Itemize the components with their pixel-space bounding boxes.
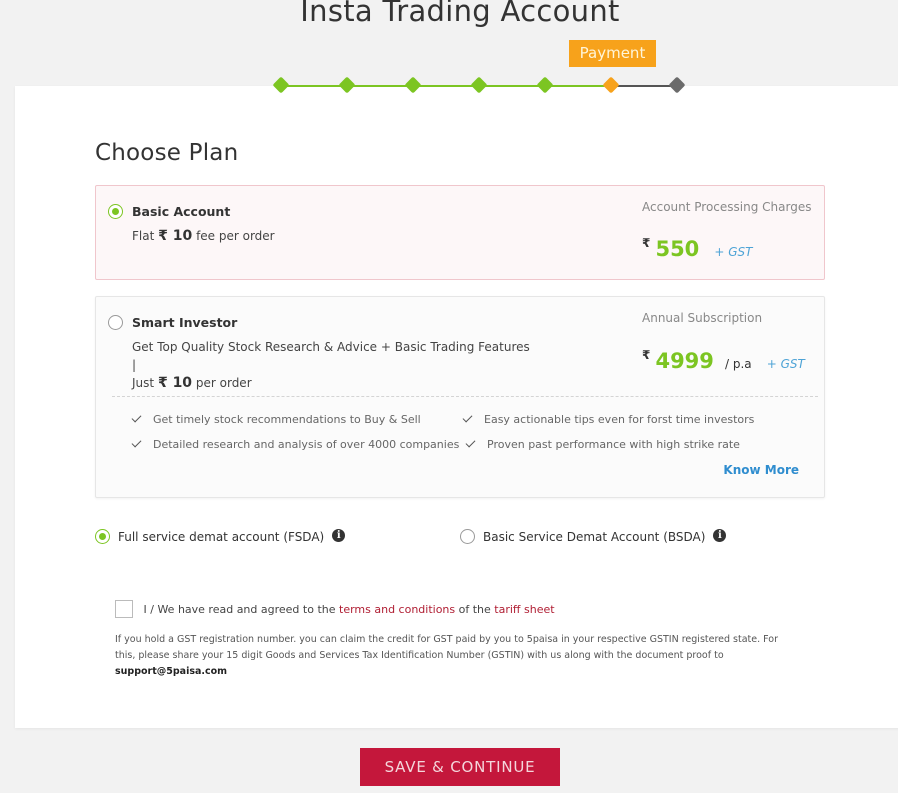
feature-text: Detailed research and analysis of over 4… — [153, 438, 460, 451]
plan-basic-description: Flat ₹ 10 fee per order — [132, 227, 275, 245]
plan-smart-radio[interactable] — [108, 315, 123, 330]
plan-basic-desc-prefix: Flat — [132, 229, 155, 243]
demat-option-bsda[interactable]: Basic Service Demat Account (BSDA) i — [460, 529, 727, 545]
plan-basic-name: Basic Account — [132, 204, 231, 219]
rupee-icon: ₹ — [158, 228, 168, 244]
step-6-marker-current — [602, 76, 620, 94]
plan-smart-desc-suffix: per order — [195, 376, 252, 390]
feature-item: Easy actionable tips even for forst time… — [462, 412, 755, 426]
info-icon[interactable]: i — [713, 529, 727, 542]
terms-and-conditions-link[interactable]: terms and conditions — [339, 603, 455, 616]
know-more-link[interactable]: Know More — [723, 463, 799, 477]
rupee-icon: ₹ — [642, 236, 651, 250]
plan-smart-fee-value: 10 — [172, 375, 193, 391]
feature-text: Easy actionable tips even for forst time… — [484, 413, 755, 426]
plan-smart-description: Get Top Quality Stock Research & Advice … — [132, 338, 532, 392]
demat-option-fsda[interactable]: Full service demat account (FSDA) i — [95, 529, 346, 545]
plan-option-basic[interactable]: Basic Account Flat ₹ 10 fee per order Ac… — [95, 185, 825, 280]
step-2-marker — [338, 76, 356, 94]
step-5-marker — [536, 76, 554, 94]
rupee-icon: ₹ — [157, 375, 168, 391]
terms-middle: of the — [458, 603, 491, 616]
plan-smart-gst: + GST — [766, 357, 805, 371]
check-icon — [131, 412, 142, 423]
plan-smart-desc-prefix: Just — [132, 376, 155, 390]
plan-smart-price-unit: / p.a — [725, 357, 752, 371]
bsda-label: Basic Service Demat Account (BSDA) — [483, 530, 706, 544]
plan-basic-radio[interactable] — [108, 204, 123, 219]
plan-basic-price: ₹ 550 + GST — [642, 236, 753, 261]
plan-basic-charge-label: Account Processing Charges — [642, 200, 812, 214]
current-step-tooltip: Payment — [569, 40, 656, 67]
plan-smart-charge-label: Annual Subscription — [642, 311, 763, 325]
plan-basic-gst: + GST — [714, 245, 753, 259]
rupee-icon: ₹ — [642, 348, 651, 362]
feature-item: Detailed research and analysis of over 4… — [131, 437, 460, 451]
plan-basic-desc-suffix: fee per order — [196, 229, 275, 243]
check-icon — [131, 437, 142, 448]
tariff-sheet-link[interactable]: tariff sheet — [494, 603, 554, 616]
progress-stepper — [272, 76, 686, 94]
gst-note-text: If you hold a GST registration number. y… — [115, 634, 779, 661]
gst-note: If you hold a GST registration number. y… — [115, 632, 795, 680]
terms-agreement: I / We have read and agreed to the terms… — [115, 600, 555, 619]
feature-text: Proven past performance with high strike… — [487, 438, 740, 451]
feature-item: Get timely stock recommendations to Buy … — [131, 412, 421, 426]
step-3-marker — [404, 76, 422, 94]
fsda-label: Full service demat account (FSDA) — [118, 530, 325, 544]
plan-smart-name: Smart Investor — [132, 315, 238, 330]
feature-item: Proven past performance with high strike… — [465, 437, 740, 451]
feature-text: Get timely stock recommendations to Buy … — [153, 413, 421, 426]
plan-smart-desc-line1: Get Top Quality Stock Research & Advice … — [132, 340, 530, 372]
check-icon — [462, 412, 473, 423]
plan-basic-fee-value: 10 — [172, 228, 193, 244]
plan-smart-price-amount: 4999 — [655, 349, 714, 373]
features-divider — [112, 396, 818, 397]
plan-smart-price: ₹ 4999 / p.a + GST — [642, 348, 805, 373]
choose-plan-heading: Choose Plan — [95, 140, 239, 166]
fsda-radio[interactable] — [95, 529, 110, 544]
info-icon[interactable]: i — [332, 529, 346, 542]
step-7-marker — [668, 76, 686, 94]
terms-checkbox[interactable] — [115, 600, 133, 618]
page-title: Insta Trading Account — [300, 0, 620, 28]
terms-prefix: I / We have read and agreed to the — [143, 603, 336, 616]
support-email: support@5paisa.com — [115, 666, 228, 677]
check-icon — [465, 437, 476, 448]
step-1-marker — [272, 76, 290, 94]
stepper-line-complete — [280, 85, 610, 87]
step-4-marker — [470, 76, 488, 94]
plan-option-smart-investor[interactable]: Smart Investor Get Top Quality Stock Res… — [95, 296, 825, 498]
plan-basic-price-amount: 550 — [655, 237, 700, 261]
bsda-radio[interactable] — [460, 529, 475, 544]
save-and-continue-button[interactable]: SAVE & CONTINUE — [360, 748, 560, 786]
